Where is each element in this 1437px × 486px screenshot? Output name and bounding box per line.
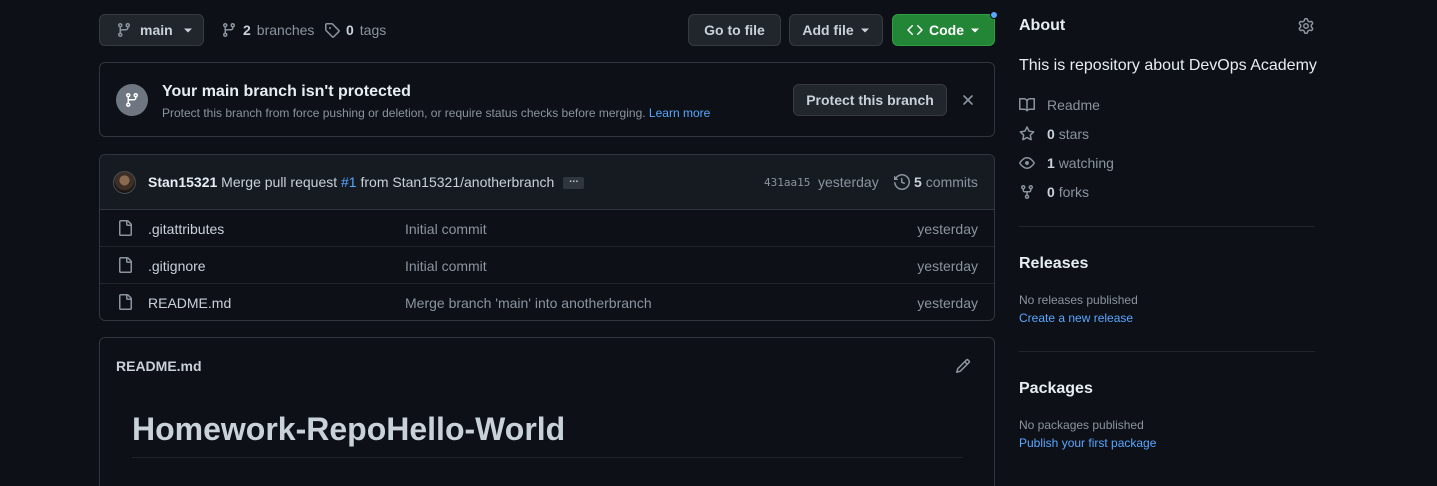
commit-sha[interactable]: 431aa15 [764,176,810,189]
file-name[interactable]: .gitattributes [148,221,224,237]
pencil-icon[interactable] [955,358,971,374]
go-to-file-label: Go to file [704,22,765,38]
branch-name: main [140,22,173,38]
branches-link[interactable]: 2 branches [221,20,314,40]
readme-link[interactable]: Readme [1019,95,1100,115]
file-icon [117,257,133,273]
watching-label: watching [1058,155,1114,171]
forks-link[interactable]: 0 forks [1019,182,1089,202]
stars-link[interactable]: 0 stars [1019,124,1089,144]
history-icon [894,174,910,190]
packages-heading[interactable]: Packages [1019,380,1093,398]
tags-link[interactable]: 0 tags [324,20,386,40]
packages-empty-text: No packages published [1019,418,1144,432]
commit-message-suffix[interactable]: from Stan15321/anotherbranch [360,174,554,190]
file-browser: Stan15321 Merge pull request #1 from Sta… [99,154,995,321]
protect-branch-label: Protect this branch [806,92,934,108]
file-commit-time: yesterday [917,295,978,311]
add-file-label: Add file [802,22,854,38]
commit-author[interactable]: Stan15321 [148,174,217,190]
banner-title: Your main branch isn't protected [162,83,411,100]
file-row[interactable]: .gitattributes Initial commit yesterday [100,210,994,247]
commit-message: Stan15321 Merge pull request #1 from Sta… [148,174,585,190]
releases-heading[interactable]: Releases [1019,255,1088,273]
tag-icon [324,22,340,38]
banner-description: Protect this branch from force pushing o… [162,106,710,120]
code-button[interactable]: Code [892,14,995,46]
file-icon [117,294,133,310]
add-file-button[interactable]: Add file [789,14,883,46]
commits-link[interactable]: 5 commits [894,174,978,190]
learn-more-link[interactable]: Learn more [649,106,710,120]
readme-heading: Homework-RepoHello-World [132,411,566,447]
file-commit-message[interactable]: Initial commit [405,221,487,237]
watching-count: 1 [1047,155,1055,171]
banner-description-text: Protect this branch from force pushing o… [162,106,646,120]
commits-label: commits [925,174,978,190]
latest-commit-bar: Stan15321 Merge pull request #1 from Sta… [100,155,994,210]
tags-count: 0 [346,22,354,38]
stars-count: 0 [1047,126,1055,142]
expand-commit-button[interactable]: … [563,175,585,190]
eye-icon [1019,155,1035,171]
file-icon [117,220,133,236]
avatar[interactable] [113,171,136,194]
file-row[interactable]: README.md Merge branch 'main' into anoth… [100,284,994,320]
git-branch-icon [116,22,132,38]
branches-count: 2 [243,22,251,38]
pull-request-link[interactable]: #1 [341,174,357,190]
commit-time: yesterday [818,174,879,190]
caret-down-icon [860,25,870,35]
code-icon [907,22,923,38]
file-commit-message[interactable]: Merge branch 'main' into anotherbranch [405,295,652,311]
readme-link-label: Readme [1047,97,1100,113]
file-name[interactable]: README.md [148,295,231,311]
caret-down-icon [183,25,193,35]
notification-dot [990,11,998,19]
branch-selector-button[interactable]: main [99,14,204,46]
readme-filename[interactable]: README.md [116,358,202,374]
fork-icon [1019,184,1035,200]
releases-empty-text: No releases published [1019,293,1138,307]
gear-icon[interactable] [1298,18,1314,34]
book-icon [1019,97,1035,113]
file-row[interactable]: .gitignore Initial commit yesterday [100,247,994,284]
file-commit-message[interactable]: Initial commit [405,258,487,274]
divider [1019,226,1315,227]
branches-label: branches [256,22,315,38]
forks-count: 0 [1047,184,1055,200]
file-name[interactable]: .gitignore [148,258,206,274]
star-icon [1019,126,1035,142]
tags-label: tags [359,22,387,38]
protect-branch-button[interactable]: Protect this branch [793,84,947,116]
about-heading: About [1019,17,1066,34]
file-commit-time: yesterday [917,221,978,237]
branch-protection-banner: Your main branch isn't protected Protect… [99,62,995,137]
divider [132,457,962,458]
commit-message-prefix[interactable]: Merge pull request [221,174,337,190]
git-branch-icon [221,22,237,38]
create-release-link[interactable]: Create a new release [1019,311,1133,325]
go-to-file-button[interactable]: Go to file [688,14,781,46]
git-branch-icon [116,84,148,116]
close-icon[interactable] [962,94,974,106]
caret-down-icon [970,25,980,35]
divider [1019,351,1315,352]
file-commit-time: yesterday [917,258,978,274]
commits-count: 5 [914,174,922,190]
forks-label: forks [1058,184,1090,200]
readme-panel: README.md Homework-RepoHello-World [99,337,995,486]
about-description: This is repository about DevOps Academy [1019,57,1317,74]
publish-package-link[interactable]: Publish your first package [1019,436,1156,450]
code-label: Code [929,22,964,38]
watchers-link[interactable]: 1 watching [1019,153,1114,173]
stars-label: stars [1058,126,1090,142]
